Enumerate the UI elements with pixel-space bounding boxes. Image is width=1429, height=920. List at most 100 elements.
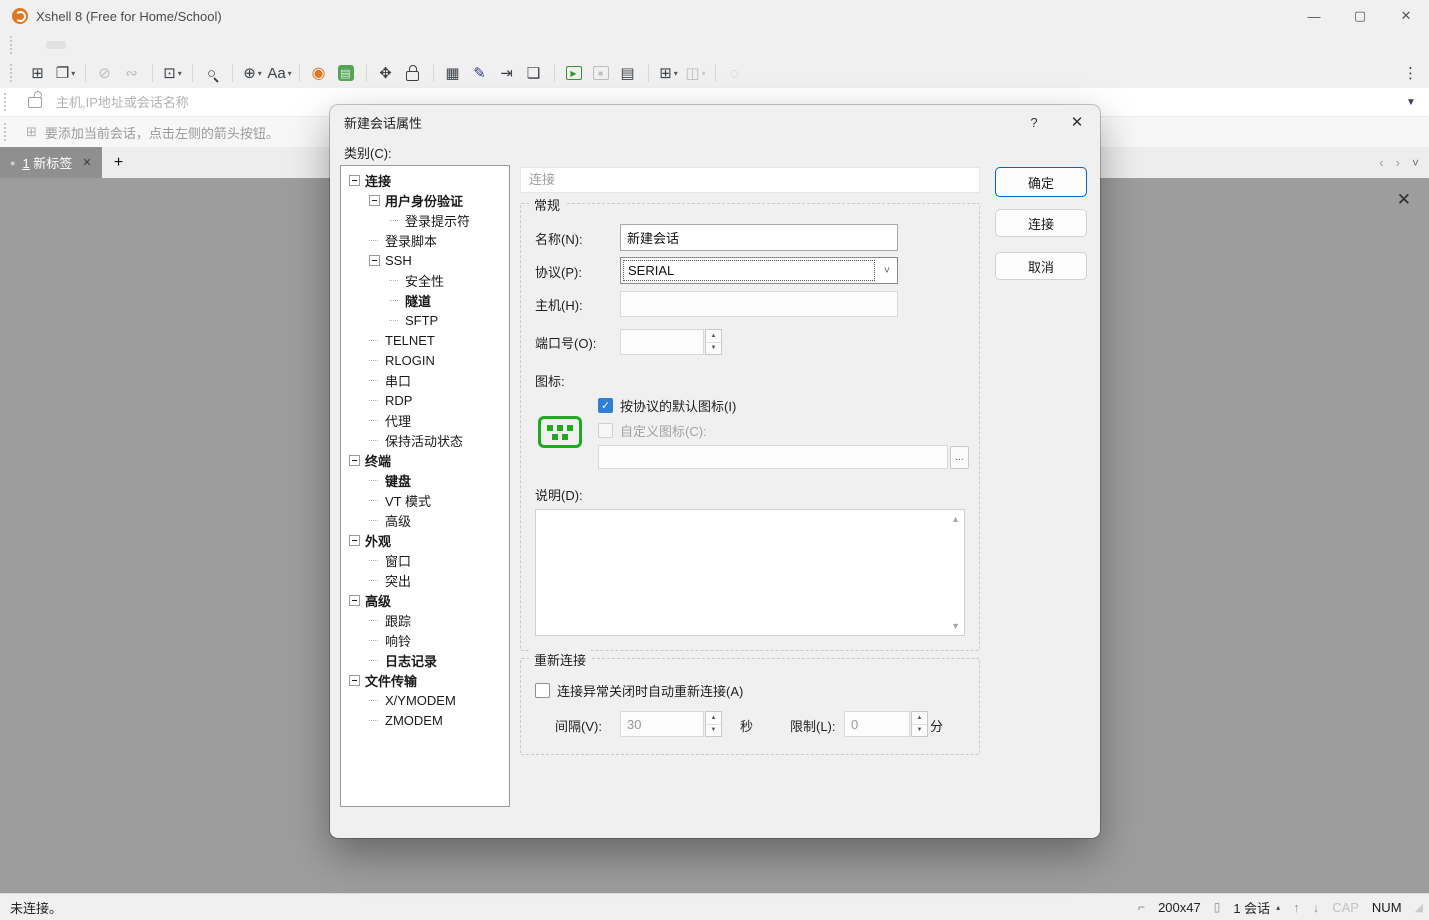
description-textarea[interactable]: ▲ ▼ [535, 509, 965, 636]
menu-edit[interactable] [46, 41, 66, 49]
feedback-icon[interactable]: ◌ [723, 61, 748, 86]
tab-scroll-left-icon[interactable]: ‹ [1379, 155, 1383, 170]
tree-item[interactable]: 串口 [341, 370, 509, 390]
menu-file[interactable] [24, 41, 44, 49]
tree-item[interactable]: 登录脚本 [341, 230, 509, 250]
open-session-icon[interactable]: ❐▾ [53, 61, 78, 86]
host-label: 主机(H): [535, 295, 583, 314]
new-tab-button[interactable]: + [102, 154, 136, 172]
virtual-keyboard-icon[interactable]: ▦ [441, 61, 466, 86]
spinner-up-icon[interactable] [706, 330, 721, 343]
tree-expander-icon [369, 195, 380, 206]
tree-item[interactable]: 连接 [341, 170, 509, 190]
tree-item[interactable]: 隧道 [341, 290, 509, 310]
num-lock-indicator: NUM [1372, 900, 1402, 915]
tree-item[interactable]: SSH [341, 250, 509, 270]
tree-item[interactable]: 保持活动状态 [341, 430, 509, 450]
tree-item[interactable]: 安全性 [341, 270, 509, 290]
minimize-button[interactable]: — [1291, 0, 1337, 32]
encoding-globe-icon[interactable]: ⊕▾ [240, 61, 265, 86]
spinner-down-icon[interactable] [706, 725, 721, 737]
tree-item[interactable]: ZMODEM [341, 710, 509, 730]
protocol-select[interactable]: SERIAL ˅ [620, 257, 898, 284]
tree-item[interactable]: 用户身份验证 [341, 190, 509, 210]
session-list-caret-icon[interactable]: ▴ [1276, 903, 1280, 912]
tree-item[interactable]: VT 模式 [341, 490, 509, 510]
cancel-button[interactable]: 取消 [995, 252, 1087, 280]
scrollbar-down-icon[interactable]: ▼ [951, 621, 960, 631]
tree-item[interactable]: 键盘 [341, 470, 509, 490]
tree-item[interactable]: 高级 [341, 590, 509, 610]
close-button[interactable]: ✕ [1383, 0, 1429, 32]
menu-help[interactable] [156, 41, 176, 49]
terminal-close-icon[interactable]: ✕ [1397, 190, 1411, 210]
new-session-icon[interactable]: ⊞ [26, 61, 51, 86]
connect-button[interactable]: 连接 [995, 209, 1087, 237]
scroll-up-icon[interactable]: ↑ [1293, 900, 1300, 915]
tree-item[interactable]: 日志记录 [341, 650, 509, 670]
menu-window[interactable] [134, 41, 154, 49]
spinner-up-icon[interactable] [706, 712, 721, 725]
menu-tools[interactable] [90, 41, 110, 49]
tree-item[interactable]: 终端 [341, 450, 509, 470]
reconnect-icon[interactable]: ∾ [120, 61, 145, 86]
spinner-up-icon[interactable] [912, 712, 927, 725]
tree-item[interactable]: X/YMODEM [341, 690, 509, 710]
tree-item[interactable]: 登录提示符 [341, 210, 509, 230]
disconnect-icon[interactable]: ⊘ [93, 61, 118, 86]
scroll-down-icon[interactable]: ↓ [1313, 900, 1320, 915]
combo-chevron-icon[interactable]: ˅ [877, 258, 897, 283]
paper-icon[interactable]: ❏ [522, 61, 547, 86]
tree-item[interactable]: 跟踪 [341, 610, 509, 630]
lock-screen-icon[interactable] [401, 61, 426, 86]
spinner-down-icon[interactable] [706, 343, 721, 355]
menu-view[interactable] [68, 41, 88, 49]
dialog-close-button[interactable]: ✕ [1064, 111, 1090, 133]
tree-item[interactable]: TELNET [341, 330, 509, 350]
menu-tabs[interactable] [112, 41, 132, 49]
port-input [620, 329, 704, 355]
tree-item[interactable]: 代理 [341, 410, 509, 430]
tab-scroll-right-icon[interactable]: › [1396, 155, 1400, 170]
tile-windows-icon[interactable]: ◫▾ [683, 61, 708, 86]
view-log-icon[interactable]: ▤ [616, 61, 641, 86]
tree-item[interactable]: 窗口 [341, 550, 509, 570]
duplicate-tab-icon[interactable]: ⊡▾ [160, 61, 185, 86]
resize-grip[interactable]: ◢ [1415, 901, 1423, 914]
tree-item[interactable]: 文件传输 [341, 670, 509, 690]
session-tab[interactable]: ● 1 新标签 ✕ [0, 147, 102, 178]
custom-icon-checkbox[interactable]: 自定义图标(C): [598, 421, 707, 440]
maximize-button[interactable]: ▢ [1337, 0, 1383, 32]
tree-item[interactable]: 外观 [341, 530, 509, 550]
interval-input [620, 711, 704, 737]
session-count[interactable]: 1 会话 [1233, 898, 1270, 917]
xshell-icon[interactable]: ◉ [307, 61, 332, 86]
tree-item[interactable]: RDP [341, 390, 509, 410]
tab-close-icon[interactable]: ✕ [82, 156, 91, 169]
tab-list-icon[interactable]: ˅ [1412, 156, 1419, 170]
xftp-icon[interactable]: ▤ [334, 61, 359, 86]
scrollbar-up-icon[interactable]: ▲ [951, 514, 960, 524]
dialog-help-button[interactable]: ? [1022, 111, 1046, 133]
tree-item[interactable]: RLOGIN [341, 350, 509, 370]
address-dropdown-icon[interactable]: ▼ [1393, 97, 1429, 108]
tree-item[interactable]: 响铃 [341, 630, 509, 650]
find-icon[interactable]: ○ [200, 61, 225, 86]
toolbar-overflow-icon[interactable]: ⋮ [1403, 64, 1419, 82]
default-icon-checkbox[interactable]: 按协议的默认图标(I) [598, 396, 736, 415]
font-icon[interactable]: Aa▾ [267, 61, 292, 86]
session-name-input[interactable] [620, 224, 898, 251]
browse-button[interactable]: ... [950, 446, 969, 469]
tree-item[interactable]: 高级 [341, 510, 509, 530]
stop-logging-icon[interactable]: ■ [589, 61, 614, 86]
tree-item[interactable]: SFTP [341, 310, 509, 330]
tree-item[interactable]: 突出 [341, 570, 509, 590]
send-text-icon[interactable]: ⇥ [495, 61, 520, 86]
start-logging-icon[interactable]: ▶ [562, 61, 587, 86]
ok-button[interactable]: 确定 [995, 167, 1087, 197]
compose-icon[interactable]: ✎ [468, 61, 493, 86]
spinner-down-icon[interactable] [912, 725, 927, 737]
new-window-icon[interactable]: ⊞▾ [656, 61, 681, 86]
fullscreen-icon[interactable]: ✥ [374, 61, 399, 86]
auto-reconnect-checkbox[interactable]: 连接异常关闭时自动重新连接(A) [535, 681, 743, 700]
